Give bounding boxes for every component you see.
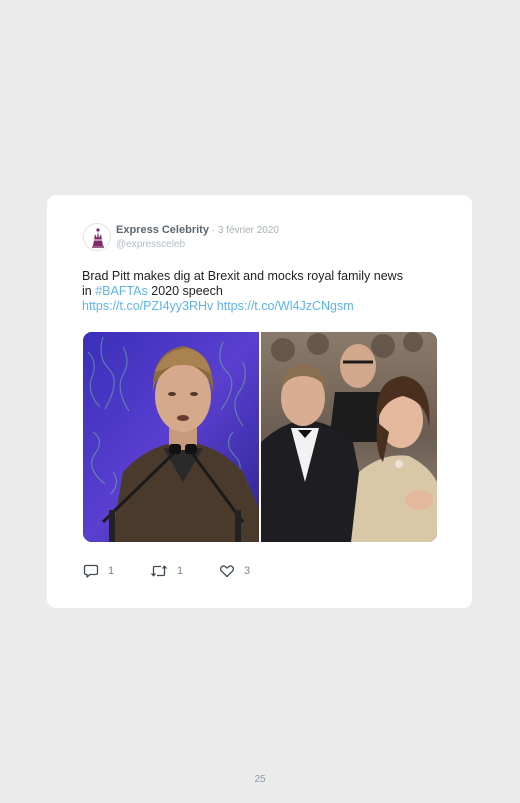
reply-count: 1	[108, 565, 115, 577]
author-handle[interactable]: @expressceleb	[116, 238, 416, 251]
retweet-count: 1	[177, 565, 184, 577]
speech-bubble-icon	[83, 564, 99, 578]
tweet-date[interactable]: 3 février 2020	[218, 225, 279, 236]
page-number: 25	[254, 774, 266, 785]
retweet-button[interactable]: 1	[150, 562, 183, 580]
tweet-card: Express Celebrity · 3 février 2020 @expr…	[47, 195, 472, 608]
retweet-icon	[151, 565, 167, 577]
tweet-media[interactable]	[83, 332, 437, 542]
tweet-text-suffix: 2020 speech	[147, 284, 223, 298]
tweet-text-prefix: in	[82, 284, 96, 298]
author-block: Express Celebrity · 3 février 2020 @expr…	[116, 224, 416, 251]
page: Express Celebrity · 3 février 2020 @expr…	[0, 0, 520, 803]
tweet-text-line-1: Brad Pitt makes dig at Brexit and mocks …	[82, 269, 403, 283]
hashtag-link[interactable]: #BAFTAs	[95, 284, 148, 298]
avatar[interactable]	[83, 223, 111, 251]
like-count: 3	[244, 565, 251, 577]
tweet-link-1[interactable]: https://t.co/PZI4yy3RHv	[82, 299, 213, 313]
author-line: Express Celebrity · 3 février 2020	[116, 224, 416, 237]
tweet-link-2[interactable]: https://t.co/Wl4JzCNgsm	[217, 299, 354, 313]
tweet-actions: 1 1 3	[83, 562, 383, 580]
express-logo-icon	[84, 224, 110, 250]
tweet-text-line-2: in #BAFTAs 2020 speech	[82, 284, 442, 299]
photo-left	[83, 332, 259, 542]
tweet-text: Brad Pitt makes dig at Brexit and mocks …	[82, 269, 442, 314]
tweet-links-line: https://t.co/PZI4yy3RHv https://t.co/Wl4…	[82, 299, 442, 314]
date-separator: ·	[208, 225, 218, 236]
like-button[interactable]: 3	[219, 562, 250, 580]
photo-right	[261, 332, 437, 542]
heart-icon	[219, 565, 235, 578]
reply-button[interactable]: 1	[83, 562, 114, 580]
author-name[interactable]: Express Celebrity	[116, 224, 209, 236]
